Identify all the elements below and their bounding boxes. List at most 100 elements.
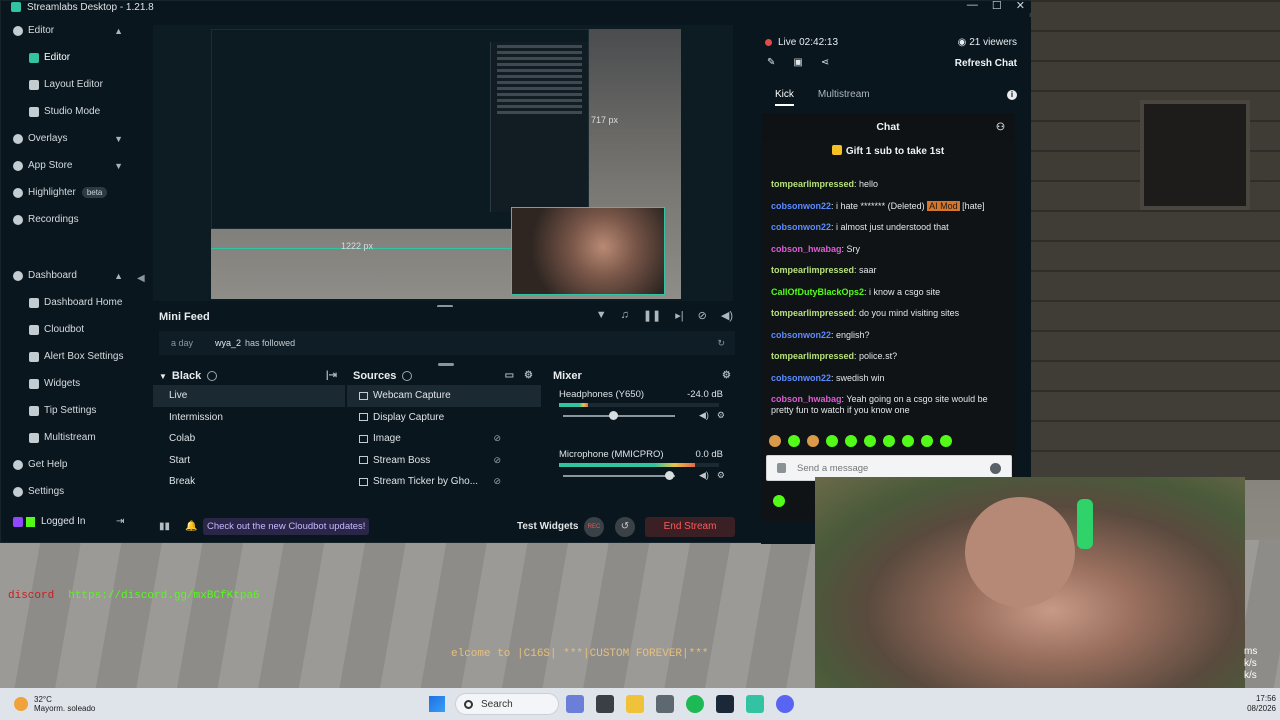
scene-item-intermission[interactable]: Intermission — [153, 407, 345, 429]
minimize-icon[interactable]: — — [967, 0, 978, 12]
emote-icon[interactable] — [921, 435, 933, 447]
sidebar-item-layout-editor[interactable]: Layout Editor — [1, 71, 135, 98]
repeat-alert-icon[interactable]: ↻ — [717, 338, 725, 349]
emote-icon[interactable] — [807, 435, 819, 447]
sidebar-item-recordings[interactable]: Recordings — [1, 206, 135, 233]
chat-username[interactable]: tompearlimpressed — [771, 351, 854, 361]
gift-banner[interactable]: Gift 1 sub to take 1st — [761, 145, 1015, 157]
emote-icon[interactable] — [883, 435, 895, 447]
preview-webcam-source[interactable] — [511, 207, 665, 295]
replay-buffer-icon[interactable]: ↺ — [615, 517, 635, 537]
sidebar-item-editor[interactable]: Editor — [1, 44, 135, 71]
sidebar-item-alert-box-settings[interactable]: Alert Box Settings — [1, 343, 135, 370]
source-settings-icon[interactable]: ⚙ — [524, 370, 533, 381]
emoji-icon[interactable] — [990, 463, 1001, 474]
edit-stream-icon[interactable]: ✎ — [767, 57, 775, 68]
chevron-down-icon[interactable]: ▼ — [114, 134, 123, 144]
volume-slider[interactable] — [563, 411, 675, 420]
source-folder-icon[interactable]: ▭ — [505, 370, 514, 381]
sidebar-item-tip-settings[interactable]: Tip Settings — [1, 397, 135, 424]
sidebar-item-dashboard-home[interactable]: Dashboard Home — [1, 289, 135, 316]
chat-username[interactable]: cobson_hwabag — [771, 394, 842, 404]
maximize-icon[interactable]: ☐ — [992, 0, 1002, 12]
music-icon[interactable]: ♫ — [621, 309, 629, 322]
chat-username[interactable]: cobsonwon22 — [771, 330, 831, 340]
skip-icon[interactable]: ▸| — [675, 309, 683, 322]
scene-item-live[interactable]: Live — [153, 385, 345, 407]
pause-icon[interactable]: ❚❚ — [643, 309, 661, 322]
task-view-icon[interactable] — [596, 695, 614, 713]
sidebar-item-get-help[interactable]: Get Help — [1, 451, 135, 478]
gear-icon[interactable]: ⚙ — [717, 410, 725, 421]
discord-icon[interactable] — [776, 695, 794, 713]
resize-handle[interactable] — [438, 363, 454, 366]
scene-transition-icon[interactable]: |⇥ — [326, 370, 337, 381]
sidebar-item-highlighter[interactable]: Highlighter beta — [1, 179, 135, 206]
chat-username[interactable]: tompearlimpressed — [771, 308, 854, 318]
emote-icon[interactable] — [902, 435, 914, 447]
emote-icon[interactable] — [940, 435, 952, 447]
collapse-sidebar-icon[interactable]: ◀ — [137, 273, 145, 284]
weather-widget[interactable]: 32°C Mayorm. soleado — [14, 695, 95, 713]
app-icon[interactable] — [656, 695, 674, 713]
tab-kick[interactable]: Kick — [775, 89, 794, 106]
sidebar-item-overlays[interactable]: Overlays ▼ — [1, 125, 135, 152]
mixer-settings-icon[interactable]: ⚙ — [722, 370, 731, 381]
refresh-chat-button[interactable]: Refresh Chat — [955, 58, 1017, 69]
volume-slider[interactable] — [563, 471, 675, 480]
close-icon[interactable]: ✕ — [1016, 0, 1025, 12]
sidebar-item-studio-mode[interactable]: Studio Mode — [1, 98, 135, 125]
source-item-stream-boss[interactable]: Stream Boss ⊘ — [347, 450, 541, 472]
sidebar-item-multistream[interactable]: Multistream — [1, 424, 135, 451]
mute-alerts-icon[interactable]: ⊘ — [698, 309, 707, 322]
add-source-icon[interactable] — [402, 371, 413, 381]
volume-slider-knob[interactable] — [665, 471, 675, 480]
spotify-icon[interactable] — [686, 695, 704, 713]
taskbar-search[interactable]: Search — [455, 693, 559, 715]
source-item-display-capture[interactable]: Display Capture — [347, 407, 541, 429]
source-item-image[interactable]: Image ⊘ — [347, 428, 541, 450]
tab-multistream[interactable]: Multistream — [818, 89, 870, 106]
logout-icon[interactable]: ⇥ — [116, 516, 124, 527]
notification-icon[interactable]: 🔔 — [185, 521, 197, 532]
chat-username[interactable]: cobsonwon22 — [771, 373, 831, 383]
sidebar-item-app-store[interactable]: App Store ▼ — [1, 152, 135, 179]
clip-icon[interactable]: ▣ — [793, 57, 802, 68]
chevron-up-icon[interactable]: ▲ — [114, 26, 123, 36]
cloudbot-notice[interactable]: Check out the new Cloudbot updates! — [203, 518, 370, 535]
end-stream-button[interactable]: End Stream — [645, 517, 735, 537]
sidebar-item-settings[interactable]: Settings — [1, 478, 135, 505]
filter-icon[interactable]: ▼ — [596, 309, 607, 322]
chat-username[interactable]: cobsonwon22 — [771, 222, 831, 232]
logged-in-status[interactable]: Logged In — [13, 516, 86, 527]
speaker-icon[interactable]: ◀) — [699, 410, 709, 421]
streamlabs-taskbar-icon[interactable] — [746, 695, 764, 713]
visibility-icon[interactable]: ⊘ — [493, 455, 501, 466]
test-widgets-button[interactable]: Test Widgets — [517, 521, 578, 532]
emote-icon[interactable] — [845, 435, 857, 447]
gear-icon[interactable]: ⚙ — [717, 470, 725, 481]
volume-icon[interactable]: ◀) — [721, 309, 733, 322]
add-scene-icon[interactable] — [207, 371, 218, 381]
preview-canvas[interactable]: 1222 px 717 px — [211, 29, 681, 299]
chat-username[interactable]: tompearlimpressed — [771, 265, 854, 275]
volume-slider-knob[interactable] — [609, 411, 619, 420]
source-item-stream-ticker-by-gho[interactable]: Stream Ticker by Gho... ⊘ — [347, 471, 541, 493]
file-explorer-icon[interactable] — [626, 695, 644, 713]
stream-preview[interactable]: 1222 px 717 px — [153, 25, 733, 308]
windows-start-icon[interactable] — [429, 696, 445, 712]
record-button[interactable]: REC — [584, 517, 604, 537]
sidebar-item-widgets[interactable]: Widgets — [1, 370, 135, 397]
chat-username[interactable]: tompearlimpressed — [771, 179, 854, 189]
scene-item-colab[interactable]: Colab — [153, 428, 345, 450]
chat-username[interactable]: cobsonwon22 — [771, 201, 831, 211]
sidebar-item-dashboard[interactable]: Dashboard ▲ — [1, 262, 135, 289]
chat-username[interactable]: CallOfDutyBlackOps2 — [771, 287, 864, 297]
scene-item-break[interactable]: Break — [153, 471, 345, 493]
speaker-icon[interactable]: ◀) — [699, 470, 709, 481]
emote-icon[interactable] — [826, 435, 838, 447]
emote-icon[interactable] — [864, 435, 876, 447]
emote-icon[interactable] — [769, 435, 781, 447]
sidebar-item-cloudbot[interactable]: Cloudbot — [1, 316, 135, 343]
emote-icon[interactable] — [788, 435, 800, 447]
